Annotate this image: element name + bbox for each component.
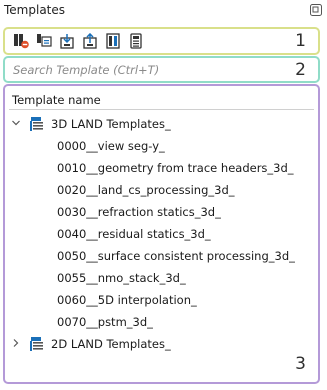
- template-folder-icon: [30, 337, 43, 351]
- template-folder-icon: [30, 117, 43, 131]
- restore-panel-icon[interactable]: [310, 4, 322, 16]
- template-properties-button[interactable]: [103, 32, 122, 50]
- template-properties-icon: [105, 33, 120, 49]
- tree-item-label: 0070__pstm_3d_: [57, 315, 153, 329]
- tree-group-label: 3D LAND Templates_: [51, 117, 171, 131]
- template-layout-icon: [129, 33, 142, 49]
- tree-column-header-label: Template name: [12, 93, 101, 107]
- tree-item-label: 0000__view seg-y_: [57, 139, 165, 153]
- toolbar: [11, 32, 145, 50]
- template-tree-box: Template name 3D LAND Templates_ 0000__v…: [3, 84, 320, 384]
- duplicate-template-button[interactable]: [34, 32, 53, 50]
- toolbar-box-number: 1: [295, 31, 306, 51]
- duplicate-template-icon: [36, 34, 52, 47]
- tree-column-header[interactable]: Template name: [9, 92, 314, 110]
- tree-group-label: 2D LAND Templates_: [51, 337, 171, 351]
- search-box-number: 2: [295, 60, 306, 80]
- panel-title: Templates: [4, 3, 66, 17]
- tree-item-label: 0030__refraction statics_3d_: [57, 205, 221, 219]
- tree-item-label: 0010__geometry from trace headers_3d_: [57, 161, 294, 175]
- tree-item-label: 0060__5D interpolation_: [57, 293, 197, 307]
- search-input[interactable]: [13, 62, 263, 78]
- chevron-down-icon[interactable]: [11, 118, 21, 128]
- tree-item-label: 0020__land_cs_processing_3d_: [57, 183, 235, 197]
- tree-item-label: 0055__nmo_stack_3d_: [57, 271, 186, 285]
- template-layout-button[interactable]: [126, 32, 145, 50]
- import-template-button[interactable]: [57, 32, 76, 50]
- export-template-icon: [82, 33, 97, 49]
- remove-template-icon: [13, 34, 29, 49]
- tree-box-number: 3: [295, 354, 306, 374]
- remove-template-button[interactable]: [11, 32, 30, 50]
- export-template-button[interactable]: [80, 32, 99, 50]
- import-template-icon: [59, 34, 74, 49]
- tree-item-label: 0040__residual statics_3d_: [57, 227, 211, 241]
- tree-item-label: 0050__surface consistent processing_3d_: [57, 249, 295, 263]
- search-box: 2: [3, 56, 320, 83]
- chevron-right-icon[interactable]: [11, 338, 21, 348]
- panel-header: Templates: [0, 0, 327, 22]
- toolbar-box: 1: [3, 27, 320, 55]
